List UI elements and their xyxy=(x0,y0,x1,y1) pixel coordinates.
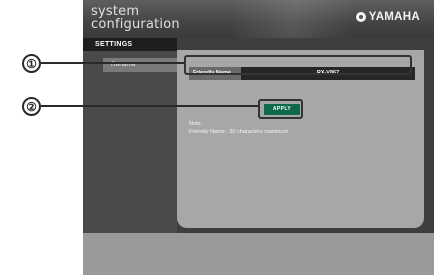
callout-1-line xyxy=(41,62,184,64)
app-title-line2: configuration xyxy=(91,17,180,32)
note-body: Friendly Name : 30 characters maximum. xyxy=(189,129,290,135)
sidebar-heading-settings[interactable]: SETTINGS xyxy=(83,38,177,51)
brand-logo: YAMAHA xyxy=(355,11,420,23)
callout-1-marker: ① xyxy=(22,54,41,73)
callout-2-highlight xyxy=(258,99,303,119)
callout-2-marker: ② xyxy=(22,97,41,116)
callout-2-line xyxy=(41,105,258,107)
sidebar-item-rename[interactable]: Rename xyxy=(103,58,177,72)
callout-1-highlight xyxy=(184,55,412,75)
note-text: Note: Friendly Name : 30 characters maxi… xyxy=(189,120,290,136)
app-window: system configuration YAMAHA SETTINGS Ren… xyxy=(83,0,434,275)
header-bar: system configuration YAMAHA xyxy=(83,0,434,38)
yamaha-logo-icon xyxy=(355,12,366,22)
app-title: system configuration xyxy=(91,5,180,31)
settings-panel: Friendly Name RX-V867 xyxy=(177,50,424,228)
footer-area xyxy=(83,233,434,275)
note-heading: Note: xyxy=(189,121,203,127)
brand-name: YAMAHA xyxy=(368,11,420,23)
sidebar: SETTINGS Rename xyxy=(83,38,177,233)
header-decoration xyxy=(233,0,353,38)
